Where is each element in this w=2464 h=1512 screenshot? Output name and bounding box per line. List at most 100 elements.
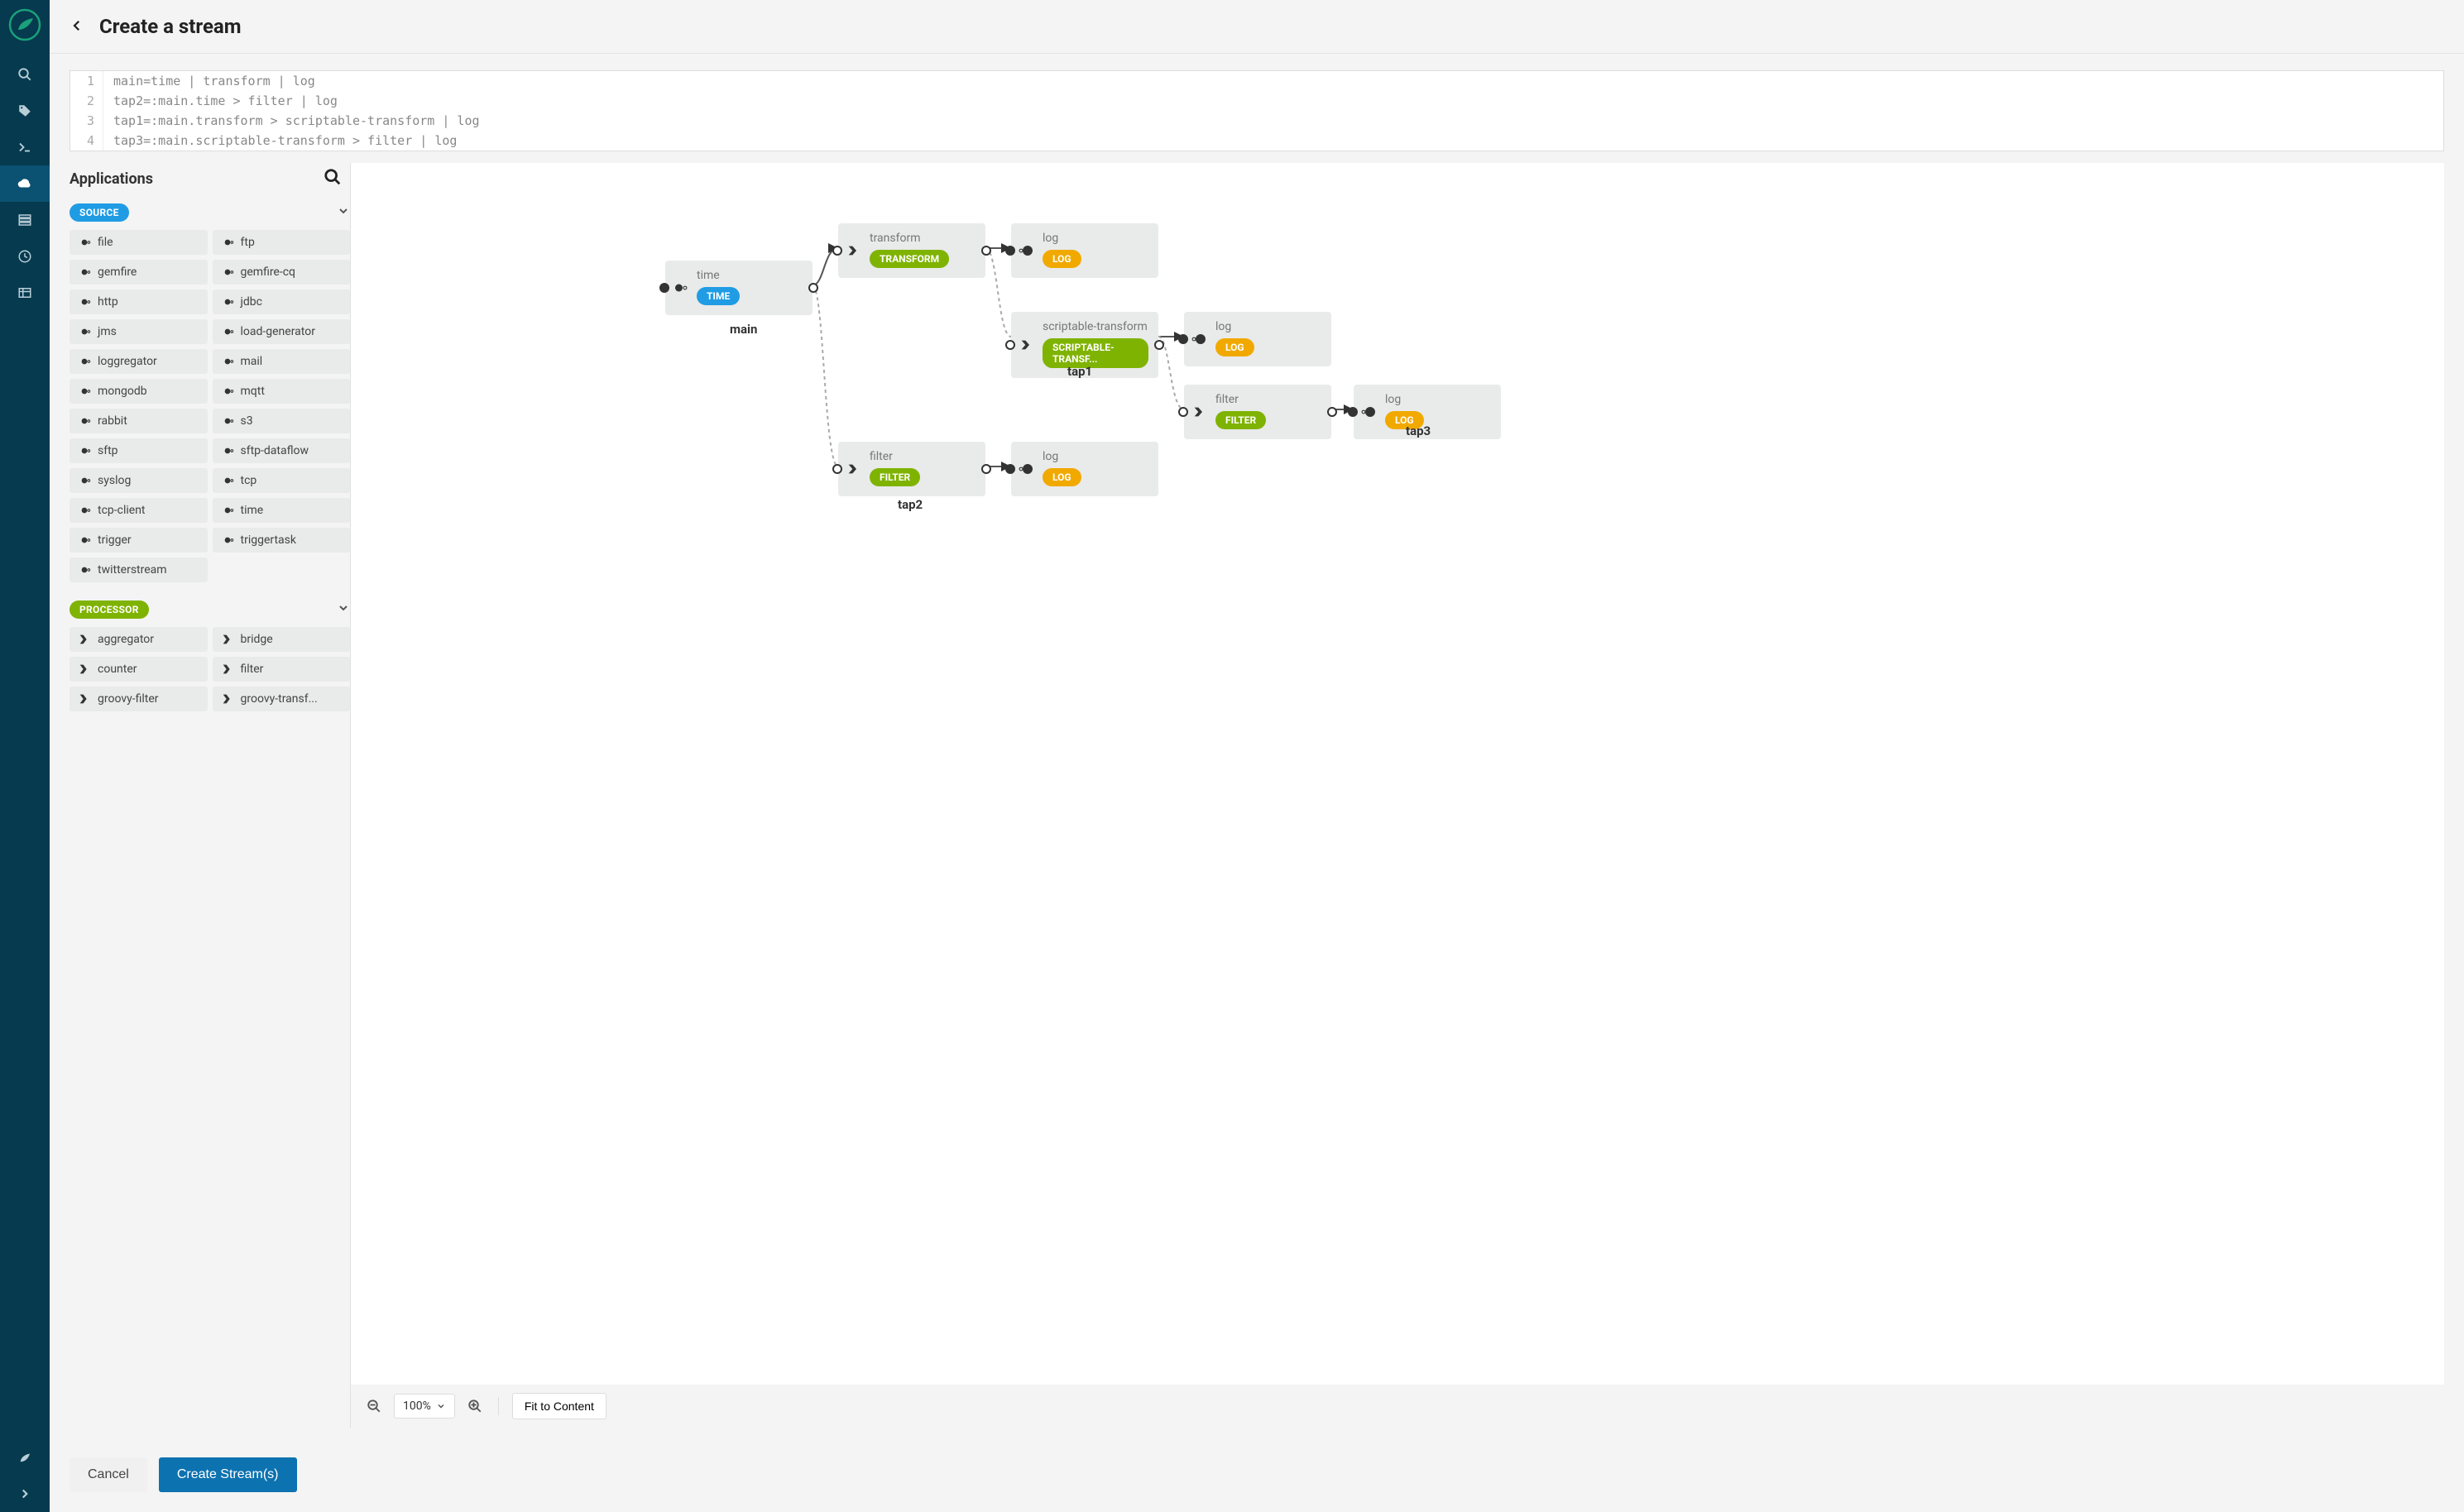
back-button[interactable] bbox=[70, 15, 84, 38]
app-chip-syslog[interactable]: syslog bbox=[70, 468, 208, 493]
app-chip-gemfire[interactable]: gemfire bbox=[70, 260, 208, 285]
port-in[interactable] bbox=[1348, 407, 1358, 417]
port-out[interactable] bbox=[981, 246, 991, 256]
node-n-log2[interactable]: logLOG bbox=[1184, 312, 1331, 366]
port-in[interactable] bbox=[1178, 407, 1188, 417]
dsl-line-number: 4 bbox=[70, 131, 103, 151]
app-chip-sftp[interactable]: sftp bbox=[70, 438, 208, 463]
app-chip-ftp[interactable]: ftp bbox=[213, 230, 351, 255]
stream-name-label: tap1 bbox=[1067, 364, 1092, 379]
app-chip-mqtt[interactable]: mqtt bbox=[213, 379, 351, 404]
create-stream-button[interactable]: Create Stream(s) bbox=[159, 1457, 297, 1492]
flow-canvas[interactable]: timeTIMEtransformTRANSFORMlogLOGscriptab… bbox=[351, 163, 2444, 1385]
app-chip-load-generator[interactable]: load-generator bbox=[213, 319, 351, 344]
app-chip-triggertask[interactable]: triggertask bbox=[213, 528, 351, 553]
port-in[interactable] bbox=[1005, 340, 1015, 350]
app-chip-filter[interactable]: filter bbox=[213, 657, 351, 682]
zoom-in-button[interactable] bbox=[465, 1396, 485, 1416]
app-chip-label: bridge bbox=[241, 633, 273, 646]
cancel-button[interactable]: Cancel bbox=[70, 1457, 147, 1492]
port-in[interactable] bbox=[659, 283, 669, 293]
app-chip-label: triggertask bbox=[241, 534, 296, 547]
app-chip-sftp-dataflow[interactable]: sftp-dataflow bbox=[213, 438, 351, 463]
node-n-time[interactable]: timeTIME bbox=[665, 261, 813, 315]
dsl-line[interactable]: tap2=:main.time > filter | log bbox=[103, 91, 2443, 111]
nav-leaf-icon[interactable] bbox=[0, 1439, 50, 1476]
port-sink-dot bbox=[1023, 246, 1033, 256]
palette-title: Applications bbox=[70, 170, 153, 188]
wire bbox=[985, 248, 1011, 337]
dsl-line-number: 3 bbox=[70, 111, 103, 131]
app-chip-tcp-client[interactable]: tcp-client bbox=[70, 498, 208, 523]
dsl-editor[interactable]: 1main=time | transform | log2tap2=:main.… bbox=[70, 70, 2444, 151]
nav-grid-icon[interactable] bbox=[0, 275, 50, 311]
dsl-line[interactable]: main=time | transform | log bbox=[103, 71, 2443, 91]
node-label: log bbox=[1215, 320, 1321, 333]
app-chip-gemfire-cq[interactable]: gemfire-cq bbox=[213, 260, 351, 285]
port-in[interactable] bbox=[1005, 464, 1015, 474]
port-in[interactable] bbox=[832, 464, 842, 474]
source-icon bbox=[221, 414, 234, 428]
app-chip-jdbc[interactable]: jdbc bbox=[213, 289, 351, 314]
app-chip-loggregator[interactable]: loggregator bbox=[70, 349, 208, 374]
port-out[interactable] bbox=[1154, 340, 1164, 350]
app-chip-label: gemfire bbox=[98, 266, 137, 279]
source-icon bbox=[78, 563, 91, 577]
nav-tags-icon[interactable] bbox=[0, 93, 50, 129]
nav-search-icon[interactable] bbox=[0, 56, 50, 93]
nav-stack-icon[interactable] bbox=[0, 202, 50, 238]
app-chip-time[interactable]: time bbox=[213, 498, 351, 523]
source-icon bbox=[78, 444, 91, 457]
zoom-level-select[interactable]: 100% bbox=[394, 1394, 455, 1419]
app-chip-mail[interactable]: mail bbox=[213, 349, 351, 374]
source-icon bbox=[78, 325, 91, 338]
app-chip-aggregator[interactable]: aggregator bbox=[70, 627, 208, 652]
port-in[interactable] bbox=[832, 246, 842, 256]
app-chip-groovy-filter[interactable]: groovy-filter bbox=[70, 687, 208, 711]
dsl-line[interactable]: tap3=:main.scriptable-transform > filter… bbox=[103, 131, 2443, 151]
app-chip-bridge[interactable]: bridge bbox=[213, 627, 351, 652]
app-chip-tcp[interactable]: tcp bbox=[213, 468, 351, 493]
app-chip-label: mqtt bbox=[241, 385, 265, 398]
node-n-filter2[interactable]: filterFILTER bbox=[1184, 385, 1331, 439]
app-chip-s3[interactable]: s3 bbox=[213, 409, 351, 433]
port-in[interactable] bbox=[1178, 334, 1188, 344]
app-chip-rabbit[interactable]: rabbit bbox=[70, 409, 208, 433]
source-icon bbox=[221, 444, 234, 457]
group-header-source[interactable]: SOURCE bbox=[70, 199, 350, 230]
app-chip-mongodb[interactable]: mongodb bbox=[70, 379, 208, 404]
node-n-log1[interactable]: logLOG bbox=[1011, 223, 1158, 278]
processor-icon bbox=[221, 663, 234, 676]
nav-cloud-icon[interactable] bbox=[0, 165, 50, 202]
palette-search-icon[interactable] bbox=[324, 168, 342, 190]
port-in[interactable] bbox=[1005, 246, 1015, 256]
node-n-filter1[interactable]: filterFILTER bbox=[838, 442, 985, 496]
app-chip-counter[interactable]: counter bbox=[70, 657, 208, 682]
app-chip-jms[interactable]: jms bbox=[70, 319, 208, 344]
zoom-out-button[interactable] bbox=[364, 1396, 384, 1416]
node-n-log3[interactable]: logLOG bbox=[1011, 442, 1158, 496]
source-icon bbox=[78, 385, 91, 398]
app-chip-trigger[interactable]: trigger bbox=[70, 528, 208, 553]
port-out[interactable] bbox=[808, 283, 818, 293]
source-icon bbox=[221, 266, 234, 279]
node-n-transform[interactable]: transformTRANSFORM bbox=[838, 223, 985, 278]
chevron-down-icon bbox=[337, 601, 350, 619]
app-chip-file[interactable]: file bbox=[70, 230, 208, 255]
nav-clock-icon[interactable] bbox=[0, 238, 50, 275]
node-label: time bbox=[697, 269, 803, 282]
dsl-line-number: 2 bbox=[70, 91, 103, 111]
app-chip-twitterstream[interactable]: twitterstream bbox=[70, 557, 208, 582]
port-out[interactable] bbox=[1327, 407, 1337, 417]
source-icon bbox=[78, 504, 91, 517]
fit-to-content-button[interactable]: Fit to Content bbox=[512, 1393, 606, 1419]
dsl-line[interactable]: tap1=:main.transform > scriptable-transf… bbox=[103, 111, 2443, 131]
app-chip-http[interactable]: http bbox=[70, 289, 208, 314]
group-header-processor[interactable]: PROCESSOR bbox=[70, 596, 350, 627]
nav-collapse-icon[interactable] bbox=[0, 1476, 50, 1512]
node-label: filter bbox=[870, 450, 976, 463]
app-chip-groovy-transf...[interactable]: groovy-transf... bbox=[213, 687, 351, 711]
nav-terminal-icon[interactable] bbox=[0, 129, 50, 165]
port-out[interactable] bbox=[981, 464, 991, 474]
app-chip-label: file bbox=[98, 236, 113, 249]
